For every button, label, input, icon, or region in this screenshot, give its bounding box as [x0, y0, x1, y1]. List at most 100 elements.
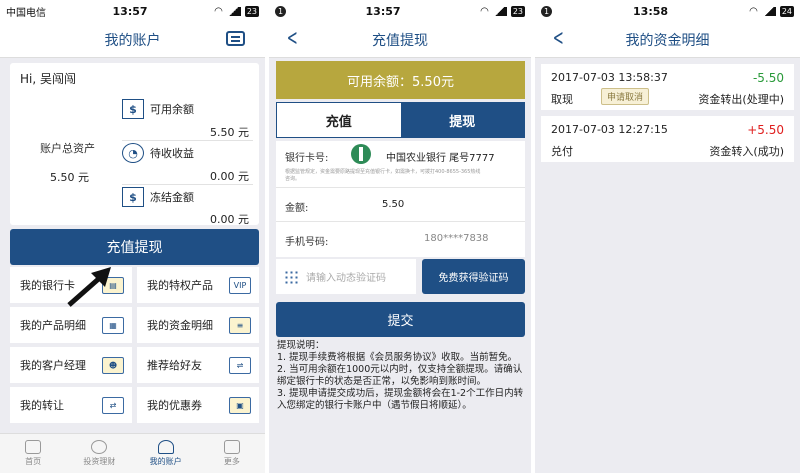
page-title: 我的资金明细	[625, 32, 710, 49]
get-code-button[interactable]: 免费获得验证码	[422, 259, 525, 294]
vip-icon: VIP	[229, 276, 251, 294]
signal-icon	[226, 6, 241, 16]
verification-code-placeholder: 请输入动态验证码	[306, 273, 386, 284]
battery-icon: 23	[244, 5, 259, 17]
assets-card: Hi, 吴闯闯 账户总资产 5.50 元 $ 可用余额 5.50 元 ◔ 待收收…	[10, 63, 259, 226]
bank-card-value[interactable]: 中国农业银行 尾号7777	[386, 149, 495, 164]
divider	[276, 187, 525, 188]
clock: 13:57	[365, 4, 401, 18]
record-time: 2017-07-03 12:27:15	[551, 123, 668, 136]
total-assets-value: 5.50 元	[50, 171, 89, 184]
record-amount: -5.50	[752, 71, 784, 85]
yen-coin-icon	[91, 440, 108, 454]
carrier-label: 中国电信	[6, 7, 46, 19]
home-icon	[25, 440, 42, 454]
dollar-icon: $	[122, 99, 144, 119]
more-icon	[223, 440, 240, 454]
wifi-icon: ◠	[749, 5, 758, 17]
grid-item-privilege-products[interactable]: 我的特权产品 VIP	[137, 267, 259, 303]
divider	[122, 140, 253, 141]
verification-code-input[interactable]: 请输入动态验证码	[276, 259, 416, 294]
bank-card-note: 根据监管规定，资金需要原路提现至充值银行卡，如需换卡，可拨打400-8655-3…	[285, 169, 481, 182]
signal-icon	[492, 6, 507, 16]
page-title: 我的账户	[104, 32, 161, 49]
people-icon: ☻	[102, 356, 124, 374]
coupon-icon: ▣	[229, 396, 251, 414]
person-icon	[157, 440, 174, 454]
divider	[276, 221, 525, 222]
tab-my-account[interactable]: 我的账户	[133, 434, 199, 473]
wifi-icon: ◠	[214, 5, 223, 17]
statement-icon: ≡	[229, 316, 251, 334]
account-screen: 中国电信 13:57 ◠ 23 我的账户 Hi, 吴闯闯 账户总资产 5.50 …	[0, 0, 265, 473]
tab-withdraw[interactable]: 提现	[400, 103, 524, 137]
status-bar: 1 13:58 ◠ 24	[535, 0, 800, 22]
grid-item-my-transfer[interactable]: 我的转让 ⇄	[10, 387, 132, 423]
battery-icon: 23	[510, 5, 525, 17]
clock: 13:58	[633, 4, 669, 18]
page-title: 充值提现	[372, 32, 428, 49]
bottom-tab-bar: 首页 投资理财 我的账户 更多	[0, 433, 265, 473]
recharge-withdraw-tabs: 充值 提现	[276, 102, 525, 138]
recharge-withdraw-button[interactable]: 充值提现	[10, 229, 259, 265]
handshake-icon: ⇌	[229, 356, 251, 374]
pending-income-row: ◔ 待收收益	[122, 143, 194, 163]
pending-income-value: 0.00 元	[210, 170, 249, 183]
cancel-request-button[interactable]: 申请取消	[601, 88, 650, 105]
grid-item-coupons[interactable]: 我的优惠券 ▣	[137, 387, 259, 423]
fund-details-screen: 1 13:58 ◠ 24 < 我的资金明细 2017-07-03 13:58:3…	[535, 0, 800, 473]
clock-icon: ◔	[122, 143, 144, 163]
grid-item-refer-friend[interactable]: 推荐给好友 ⇌	[137, 347, 259, 383]
status-bar: 中国电信 13:57 ◠ 23	[0, 0, 265, 22]
divider	[122, 184, 253, 185]
submit-button[interactable]: 提交	[276, 302, 525, 337]
tab-invest[interactable]: 投资理财	[66, 434, 132, 473]
tab-home[interactable]: 首页	[0, 434, 66, 473]
greeting: Hi, 吴闯闯	[20, 72, 76, 86]
record-status: 资金转出(处理中)	[698, 93, 784, 106]
nav-bar: < 我的资金明细	[535, 22, 800, 58]
record-amount: +5.50	[747, 123, 784, 137]
abc-bank-logo	[351, 144, 371, 164]
frozen-amount-row: $ 冻结金额	[122, 187, 194, 207]
signal-icon	[761, 6, 776, 16]
tab-recharge[interactable]: 充值	[277, 103, 401, 137]
record-time: 2017-07-03 13:58:37	[551, 71, 668, 84]
available-balance-banner: 可用余额：5.50元	[276, 61, 525, 99]
record-status: 资金转入(成功)	[709, 145, 784, 158]
keypad-icon	[284, 269, 298, 284]
record-type: 兑付	[551, 145, 573, 158]
nav-bar: < 充值提现	[269, 22, 531, 58]
pointer-arrow-annotation	[67, 267, 111, 307]
amount-field[interactable]: 5.50	[382, 199, 404, 210]
withdraw-form: 银行卡号: 中国农业银行 尾号7777 根据监管规定，资金需要原路提现至充值银行…	[276, 141, 525, 257]
calendar-icon: ▦	[102, 316, 124, 334]
grid-item-fund-details[interactable]: 我的资金明细 ≡	[137, 307, 259, 343]
frozen-amount-value: 0.00 元	[210, 213, 249, 226]
battery-icon: 24	[779, 5, 794, 17]
notification-dot: 1	[541, 5, 552, 17]
phone-value: 180****7838	[424, 233, 489, 244]
transfer-icon: ⇄	[102, 396, 124, 414]
grid-item-account-manager[interactable]: 我的客户经理 ☻	[10, 347, 132, 383]
available-balance-value: 5.50 元	[210, 126, 249, 139]
message-icon[interactable]	[226, 31, 245, 46]
back-chevron-icon[interactable]: <	[287, 28, 298, 50]
fund-record[interactable]: 2017-07-03 12:27:15 +5.50 兑付 资金转入(成功)	[541, 116, 794, 162]
fund-record[interactable]: 2017-07-03 13:58:37 -5.50 取现 申请取消 资金转出(处…	[541, 64, 794, 110]
available-balance-row: $ 可用余额	[122, 99, 194, 119]
lock-dollar-icon: $	[122, 187, 144, 207]
withdraw-screen: 1 13:57 ◠ 23 < 充值提现 可用余额：5.50元 充值 提现 银行卡…	[269, 0, 531, 473]
tab-more[interactable]: 更多	[199, 434, 265, 473]
total-assets-label: 账户总资产	[40, 142, 95, 155]
back-chevron-icon[interactable]: <	[553, 28, 564, 50]
nav-bar: 我的账户	[0, 22, 265, 58]
amount-label: 金额:	[285, 203, 309, 214]
status-bar: 1 13:57 ◠ 23	[269, 0, 531, 22]
wifi-icon: ◠	[480, 5, 489, 17]
withdraw-instructions: 提现说明： 1. 提现手续费将根据《会员服务协议》收取。当前暂免。 2. 当可用…	[277, 340, 524, 411]
record-type: 取现	[551, 93, 573, 106]
bank-card-label: 银行卡号:	[285, 153, 329, 164]
notification-dot: 1	[275, 5, 286, 17]
grid-item-product-details[interactable]: 我的产品明细 ▦	[10, 307, 132, 343]
